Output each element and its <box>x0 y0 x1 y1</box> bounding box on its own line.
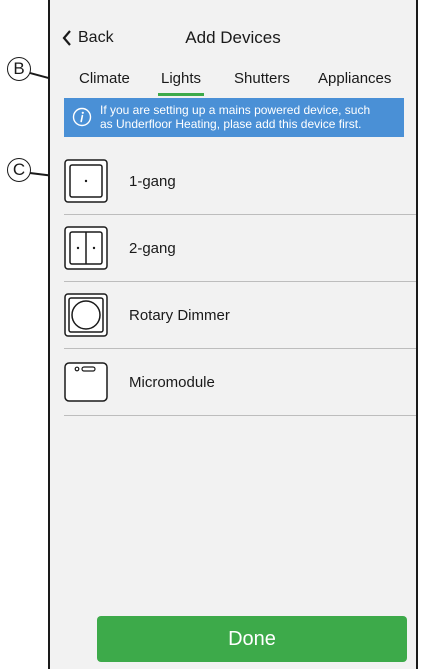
done-button[interactable]: Done <box>97 616 407 662</box>
list-item-1-gang[interactable]: 1-gang <box>50 148 416 215</box>
1-gang-switch-icon <box>64 159 108 203</box>
tab-shutters[interactable]: Shutters <box>234 70 290 87</box>
rotary-dimmer-icon <box>64 293 108 337</box>
micromodule-icon <box>64 362 108 402</box>
device-label: Rotary Dimmer <box>129 307 230 324</box>
tab-bar: Climate Lights Shutters Appliances <box>50 70 416 96</box>
device-label: 1-gang <box>129 173 176 190</box>
tab-lights[interactable]: Lights <box>157 70 205 96</box>
device-label: 2-gang <box>129 240 176 257</box>
info-icon <box>72 107 92 127</box>
info-text-line-1: If you are setting up a mains powered de… <box>100 103 371 117</box>
list-item-micromodule[interactable]: Micromodule <box>50 349 416 416</box>
2-gang-switch-icon <box>64 226 108 270</box>
divider <box>64 415 416 416</box>
list-item-2-gang[interactable]: 2-gang <box>50 215 416 282</box>
info-banner: If you are setting up a mains powered de… <box>64 98 404 137</box>
tab-climate[interactable]: Climate <box>79 70 130 87</box>
callout-c: C <box>7 158 31 182</box>
phone-screen: Back Add Devices Climate Lights Shutters… <box>48 0 418 669</box>
device-label: Micromodule <box>129 374 215 391</box>
header: Back Add Devices Climate Lights Shutters… <box>50 0 416 144</box>
info-text-line-2: as Underfloor Heating, plase add this de… <box>100 117 362 131</box>
tab-appliances[interactable]: Appliances <box>318 70 391 87</box>
list-item-rotary-dimmer[interactable]: Rotary Dimmer <box>50 282 416 349</box>
page-title: Add Devices <box>185 28 281 47</box>
callout-b: B <box>7 57 31 81</box>
